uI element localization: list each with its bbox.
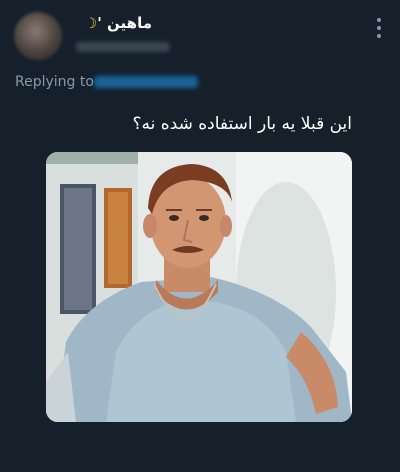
crescent-moon-icon: ☽	[84, 16, 98, 32]
tweet-media-image[interactable]	[46, 152, 352, 422]
user-handle-blurred[interactable]	[76, 42, 170, 52]
more-dot-icon	[377, 26, 381, 30]
meme-photo-icon	[46, 152, 352, 422]
tweet-text: این قبلا یه بار استفاده شده نه؟	[132, 114, 352, 134]
reply-handle-link-blurred[interactable]	[94, 76, 198, 88]
avatar[interactable]	[14, 12, 62, 60]
display-name-text: ماهین '	[97, 14, 152, 32]
more-dot-icon	[377, 18, 381, 22]
more-options-icon[interactable]	[376, 18, 382, 38]
display-name[interactable]: ماهین '☽	[82, 14, 152, 32]
replying-to-label: Replying to	[15, 74, 94, 90]
more-dot-icon	[377, 34, 381, 38]
